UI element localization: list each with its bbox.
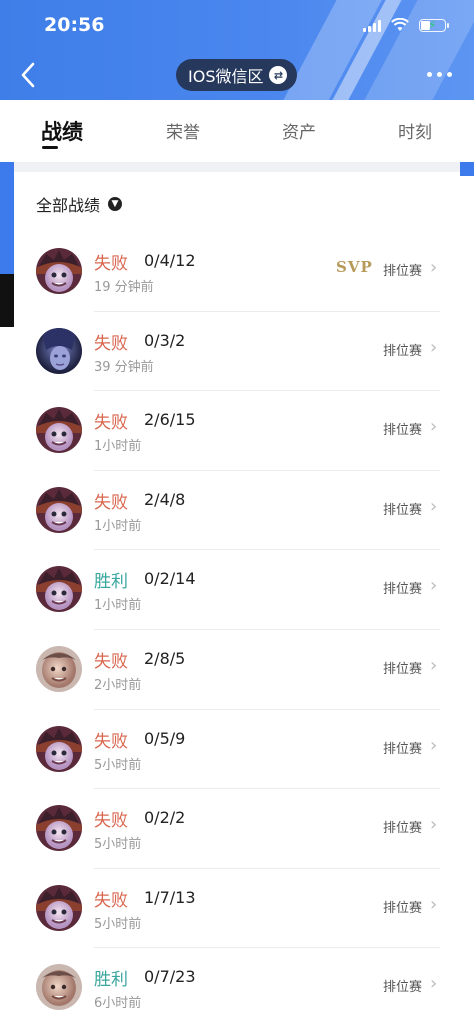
match-kda: 2/6/15	[144, 410, 196, 430]
chevron-right-icon: ›	[430, 416, 438, 438]
hero-avatar	[36, 646, 82, 692]
swap-icon: ⇄	[269, 66, 288, 84]
match-mode: 排位赛	[383, 662, 423, 677]
match-time: 5小时前	[94, 916, 142, 932]
match-mode: 排位赛	[383, 582, 423, 598]
hero-avatar	[36, 566, 82, 613]
back-button[interactable]	[14, 60, 42, 90]
hero-avatar	[36, 407, 82, 454]
match-mode: 排位赛	[383, 980, 423, 996]
record-filter[interactable]: 全部战绩 ▼	[36, 192, 123, 216]
match-row[interactable]: 失败 0/5/9 5小时前 排位赛 ›	[14, 710, 460, 790]
match-result: 失败	[94, 333, 128, 354]
match-kda: 2/8/5	[144, 649, 186, 668]
match-time: 19 分钟前	[94, 280, 154, 295]
wifi-icon	[391, 18, 409, 31]
tab-moments[interactable]: 时刻	[398, 118, 432, 143]
side-decoration	[0, 274, 14, 327]
match-row[interactable]: 失败 2/8/5 2小时前 排位赛 ›	[14, 630, 460, 710]
hero-avatar	[36, 964, 82, 1011]
tab-record[interactable]: 战绩	[41, 116, 83, 146]
match-row[interactable]: 失败 0/4/12 19 分钟前 SVP 排位赛 ›	[14, 232, 460, 312]
match-time: 1小时前	[94, 598, 142, 614]
hero-avatar	[36, 805, 82, 852]
chevron-right-icon: ›	[430, 495, 438, 517]
side-decoration	[460, 162, 474, 176]
active-tab-indicator	[42, 146, 58, 149]
match-time: 6小时前	[94, 996, 142, 1012]
match-time: 1小时前	[94, 439, 142, 455]
chevron-right-icon: ›	[430, 336, 438, 358]
chevron-right-icon: ›	[430, 257, 438, 278]
chevron-right-icon: ›	[430, 893, 438, 915]
match-result: 失败	[94, 492, 128, 513]
match-row[interactable]: 失败 0/3/2 39 分钟前 排位赛 ›	[14, 312, 460, 392]
svp-badge: SVP	[336, 258, 373, 276]
match-history-card: 全部战绩 ▼ 失败 0/4/12 19 分钟前 SVP 排位赛 › 失败 0/3/2 39 分钟…	[14, 162, 460, 1022]
hero-avatar	[36, 248, 82, 294]
caret-down-icon: ▼	[108, 197, 123, 211]
match-time: 5小时前	[94, 837, 142, 853]
battery-icon: ⚡	[419, 18, 449, 32]
tab-honor[interactable]: 荣誉	[166, 118, 200, 143]
hero-avatar	[36, 327, 82, 374]
match-kda: 0/5/9	[144, 728, 186, 748]
match-result: 失败	[94, 254, 128, 274]
top-header: 20:56 ⚡ IOS微信区 ⇄	[0, 0, 474, 100]
region-switcher[interactable]: IOS微信区 ⇄	[176, 59, 298, 91]
match-time: 2小时前	[94, 678, 142, 693]
hero-avatar	[36, 486, 82, 533]
match-kda: 2/4/8	[144, 489, 186, 509]
chevron-right-icon: ›	[430, 575, 438, 597]
tab-assets[interactable]: 资产	[282, 118, 316, 143]
match-row[interactable]: 失败 0/2/2 5小时前 排位赛 ›	[14, 789, 460, 869]
match-row[interactable]: 失败 1/7/13 5小时前 排位赛 ›	[14, 869, 460, 949]
match-mode: 排位赛	[383, 423, 423, 439]
hero-avatar	[36, 725, 82, 772]
match-result: 失败	[94, 413, 128, 434]
match-row[interactable]: 失败 2/6/15 1小时前 排位赛 ›	[14, 391, 460, 471]
chevron-right-icon: ›	[430, 973, 438, 995]
match-result: 失败	[94, 731, 128, 752]
status-time: 20:56	[44, 14, 105, 36]
match-kda: 0/4/12	[144, 251, 196, 270]
status-icons: ⚡	[363, 18, 449, 32]
match-kda: 1/7/13	[144, 887, 196, 907]
match-mode: 排位赛	[383, 343, 423, 359]
back-arrow-icon	[21, 62, 35, 88]
match-mode: 排位赛	[383, 264, 423, 279]
match-row[interactable]: 胜利 0/7/23 6小时前 排位赛 ›	[14, 948, 460, 1025]
more-dots-icon[interactable]	[427, 66, 452, 82]
match-mode: 排位赛	[383, 502, 423, 518]
match-mode: 排位赛	[383, 741, 423, 757]
signal-icon	[363, 19, 381, 32]
match-row[interactable]: 失败 2/4/8 1小时前 排位赛 ›	[14, 471, 460, 551]
match-mode: 排位赛	[383, 821, 423, 837]
match-time: 5小时前	[94, 757, 142, 773]
chevron-right-icon: ›	[430, 814, 438, 836]
hero-avatar	[36, 884, 82, 931]
chevron-right-icon: ›	[430, 655, 438, 676]
match-time: 39 分钟前	[94, 359, 154, 375]
match-kda: 0/7/23	[144, 967, 196, 987]
match-kda: 0/3/2	[144, 330, 186, 350]
match-time: 1小时前	[94, 518, 142, 534]
match-row[interactable]: 胜利 0/2/14 1小时前 排位赛 ›	[14, 550, 460, 630]
match-kda: 0/2/14	[144, 569, 196, 589]
match-kda: 0/2/2	[144, 808, 186, 828]
match-result: 胜利	[94, 970, 128, 991]
filter-label: 全部战绩	[36, 196, 101, 215]
match-result: 胜利	[94, 572, 128, 593]
region-label: IOS微信区	[188, 67, 264, 86]
match-result: 失败	[94, 652, 128, 672]
match-result: 失败	[94, 890, 128, 911]
match-result: 失败	[94, 811, 128, 832]
chevron-right-icon: ›	[430, 734, 438, 756]
match-mode: 排位赛	[383, 900, 423, 916]
tab-bar: 战绩 荣誉 资产 时刻	[0, 100, 474, 162]
